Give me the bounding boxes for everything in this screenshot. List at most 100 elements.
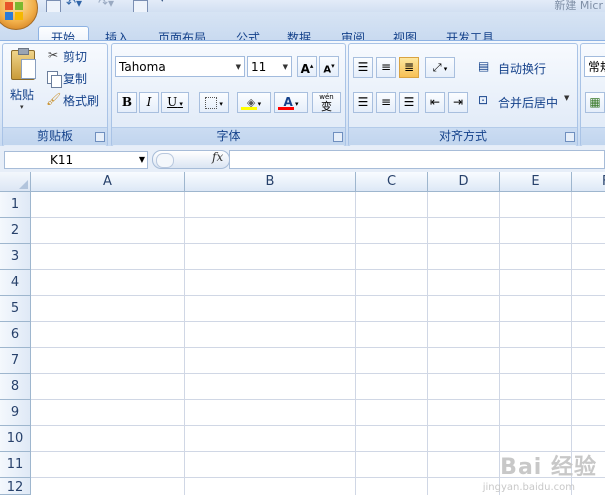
font-size-combo[interactable]: 11 ▼ <box>247 56 292 77</box>
grow-font-button[interactable]: A▴ <box>297 56 317 77</box>
decrease-indent-button[interactable]: ⇤ <box>425 92 445 113</box>
column-header-e[interactable]: E <box>500 172 572 192</box>
font-dialog-launcher-icon[interactable] <box>333 132 343 142</box>
font-size-value: 11 <box>251 60 267 74</box>
row-header-8[interactable]: 8 <box>0 374 31 400</box>
alignment-group: ☰ ≡ ≣ ⤢ ▾ ☰ ≡ ☰ ⇤ ⇥ ▤ 自动换行 ⊡ 合并后居中 ▼ 对齐方… <box>348 43 578 147</box>
expand-handle-icon[interactable] <box>156 153 174 168</box>
chevron-down-icon[interactable]: ▼ <box>236 57 241 78</box>
chevron-down-icon[interactable]: ▼ <box>283 57 288 78</box>
align-middle-button[interactable]: ≡ <box>376 57 396 78</box>
select-all-icon <box>19 180 28 189</box>
wrap-text-icon: ▤ <box>478 59 490 73</box>
row-header-11[interactable]: 11 <box>0 452 31 478</box>
align-right-icon: ☰ <box>403 95 415 109</box>
scissors-icon: ✂ <box>47 48 59 62</box>
currency-icon: ▦ <box>589 95 601 109</box>
format-painter-label: 格式刷 <box>63 94 100 108</box>
undo-icon[interactable]: ↶▾ <box>66 0 82 10</box>
worksheet-grid[interactable]: A B C D E F 1 2 3 4 5 6 7 8 9 10 11 12 B… <box>0 172 605 495</box>
italic-button[interactable]: I <box>139 92 159 113</box>
increase-indent-icon: ⇥ <box>452 95 464 109</box>
chevron-down-icon[interactable]: ▼ <box>139 152 145 168</box>
merge-center-button[interactable]: ⊡ 合并后居中 ▼ <box>476 90 576 112</box>
font-group-label: 字体 <box>112 127 345 145</box>
alignment-group-label: 对齐方式 <box>349 127 577 145</box>
chevron-down-icon[interactable]: ▼ <box>564 94 569 102</box>
row-header-1[interactable]: 1 <box>0 192 31 218</box>
window-title: 新建 Micr <box>554 0 603 12</box>
row-header-2[interactable]: 2 <box>0 218 31 244</box>
paste-icon <box>11 48 36 80</box>
column-gridline <box>184 192 185 495</box>
row-gridline <box>31 399 605 400</box>
shrink-font-button[interactable]: A▾ <box>319 56 339 77</box>
row-header-7[interactable]: 7 <box>0 348 31 374</box>
row-header-10[interactable]: 10 <box>0 426 31 452</box>
row-header-6[interactable]: 6 <box>0 322 31 348</box>
format-painter-button[interactable]: 🖌 格式刷 <box>46 91 104 109</box>
wrap-text-button[interactable]: ▤ 自动换行 <box>476 56 572 78</box>
insert-function-icon[interactable]: fx <box>212 150 223 164</box>
phonetic-button[interactable]: wén 变 <box>312 92 341 113</box>
align-left-button[interactable]: ☰ <box>353 92 373 113</box>
align-right-button[interactable]: ☰ <box>399 92 419 113</box>
paste-dropdown-icon[interactable]: ▾ <box>20 103 24 111</box>
clipboard-group-label: 剪贴板 <box>3 127 107 145</box>
row-header-9[interactable]: 9 <box>0 400 31 426</box>
alignment-group-title: 对齐方式 <box>438 129 487 143</box>
column-header-b[interactable]: B <box>185 172 356 192</box>
align-bottom-button[interactable]: ≣ <box>399 57 419 78</box>
wrap-text-label: 自动换行 <box>498 62 547 76</box>
redo-icon[interactable]: ↷▾ <box>98 0 114 10</box>
row-header-4[interactable]: 4 <box>0 270 31 296</box>
formula-input[interactable] <box>229 150 605 169</box>
border-button[interactable]: ▾ <box>199 92 229 113</box>
office-logo-icon <box>5 2 25 22</box>
print-preview-icon[interactable] <box>133 0 148 12</box>
column-header-d[interactable]: D <box>428 172 500 192</box>
orientation-button[interactable]: ⤢ ▾ <box>425 57 455 78</box>
bold-button[interactable]: B <box>117 92 137 113</box>
align-center-button[interactable]: ≡ <box>376 92 396 113</box>
copy-icon <box>47 71 62 88</box>
clipboard-dialog-launcher-icon[interactable] <box>95 132 105 142</box>
row-gridline <box>31 425 605 426</box>
border-icon <box>205 96 218 109</box>
column-header-a[interactable]: A <box>31 172 185 192</box>
number-group-label <box>581 127 605 145</box>
align-top-icon: ☰ <box>357 60 369 74</box>
save-icon[interactable] <box>46 0 61 12</box>
underline-icon: U <box>167 95 178 109</box>
row-header-3[interactable]: 3 <box>0 244 31 270</box>
alignment-dialog-launcher-icon[interactable] <box>565 132 575 142</box>
name-box-value: K11 <box>50 153 74 167</box>
row-header-12[interactable]: 12 <box>0 478 31 495</box>
name-box[interactable]: K11 ▼ <box>4 151 148 169</box>
font-name-combo[interactable]: Tahoma ▼ <box>115 56 245 77</box>
number-format-combo[interactable]: 常规 <box>584 56 605 77</box>
ribbon-tab-row: 开始 插入 页面布局 公式 数据 审阅 视图 开发工具 <box>0 12 605 54</box>
select-all-button[interactable] <box>0 172 31 192</box>
font-color-swatch <box>278 107 294 110</box>
column-header-f[interactable]: F <box>572 172 605 192</box>
accounting-format-button[interactable]: ▦ <box>585 92 605 113</box>
align-bottom-icon: ≣ <box>403 60 415 74</box>
cut-button[interactable]: ✂ 剪切 <box>46 47 104 65</box>
customize-qat-icon[interactable]: ▾ <box>160 0 165 5</box>
copy-button[interactable]: 复制 <box>46 69 104 88</box>
align-top-button[interactable]: ☰ <box>353 57 373 78</box>
copy-label: 复制 <box>63 72 88 86</box>
baidu-watermark-url: jingyan.baidu.com <box>482 482 575 493</box>
underline-button[interactable]: U ▾ <box>161 92 189 113</box>
increase-indent-button[interactable]: ⇥ <box>448 92 468 113</box>
formula-bar: K11 ▼ fx <box>0 146 605 173</box>
column-header-c[interactable]: C <box>356 172 428 192</box>
row-header-5[interactable]: 5 <box>0 296 31 322</box>
font-color-button[interactable]: A ▾ <box>274 92 308 113</box>
format-painter-icon: 🖌 <box>46 92 62 106</box>
fill-color-button[interactable]: ◈ ▾ <box>237 92 271 113</box>
row-gridline <box>31 373 605 374</box>
paste-button[interactable]: 粘贴 ▾ <box>6 47 42 111</box>
phonetic-char: 变 <box>321 100 332 113</box>
